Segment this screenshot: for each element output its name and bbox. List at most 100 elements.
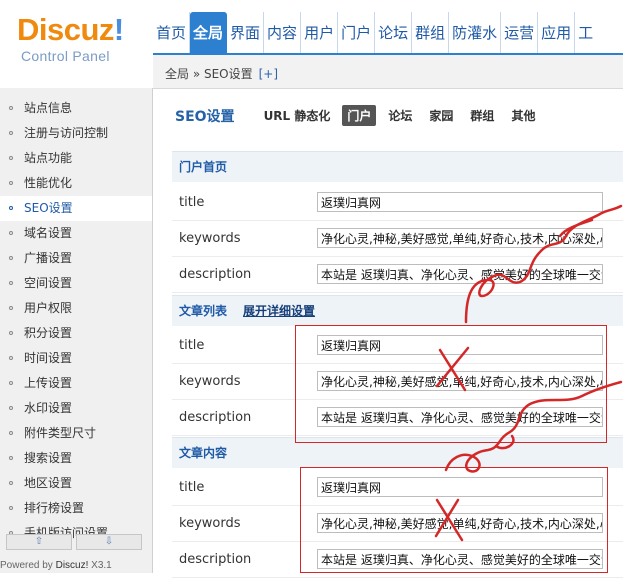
nav-plugin[interactable]: 应用 [538,12,576,55]
sidebar-item-label: 搜索设置 [24,451,73,465]
field-label: keywords [179,374,241,389]
field-label: title [179,195,205,210]
sidebar-item-label: 排行榜设置 [24,501,85,515]
field-label: description [179,410,252,425]
logo-brand: Discuz! [17,12,124,48]
tab-url-rewrite[interactable]: URL 静态化 [259,105,336,126]
sidebar-item[interactable]: 时间设置 [0,346,152,371]
add-shortcut-link[interactable]: [+] [259,67,278,81]
nav-home[interactable]: 首页 [153,12,191,55]
sidebar-item[interactable]: 站点功能 [0,146,152,171]
scroll-down-button[interactable]: ⇩ [76,534,142,550]
field-label: description [179,267,252,282]
sidebar-item-label: 地区设置 [24,476,73,490]
nav-operation[interactable]: 运营 [501,12,539,55]
bullet-icon [9,506,13,510]
tab-group[interactable]: 群组 [465,105,499,126]
sidebar-item[interactable]: 用户权限 [0,296,152,321]
bullet-icon [9,281,13,285]
nav-global[interactable]: 全局 [190,12,228,55]
title-input[interactable]: 返璞归真网 [317,192,603,212]
nav-portal[interactable]: 门户 [338,12,376,55]
sidebar-item-label: 广播设置 [24,251,73,265]
nav-antispam[interactable]: 防灌水 [449,12,502,55]
sidebar-item[interactable]: 搜索设置 [0,446,152,471]
sidebar-item-label: 时间设置 [24,351,73,365]
section-title: 门户首页 [179,160,228,174]
section-article-list: 文章列表 展开详细设置 [172,295,623,326]
powered-text: Powered by [0,560,56,571]
sidebar-item-label: 性能优化 [24,176,73,190]
page-title: SEO设置 [175,108,235,125]
sidebar-item[interactable]: 空间设置 [0,271,152,296]
sidebar-item-label: 上传设置 [24,376,73,390]
bullet-icon [9,131,13,135]
section-title: 文章内容 [179,446,228,460]
sidebar-item[interactable]: 域名设置 [0,221,152,246]
sidebar-item[interactable]: 性能优化 [0,171,152,196]
powered-by: Powered by Discuz! X3.1 [0,560,112,571]
logo-bang: ! [113,12,124,47]
breadcrumb-bar: 全局 » SEO设置 [+] [153,55,623,89]
sidebar-item-label: 站点信息 [24,101,73,115]
bullet-icon [9,406,13,410]
tab-home[interactable]: 家园 [424,105,458,126]
field-label: keywords [179,231,241,246]
bullet-icon [9,206,13,210]
form-row-title: title 返璞归真网 [172,185,623,221]
bullet-icon [9,331,13,335]
top-nav: 首页 全局 界面 内容 用户 门户 论坛 群组 防灌水 运营 应用 工 [153,12,597,55]
bullet-icon [9,106,13,110]
sidebar-menu: 站点信息 注册与访问控制 站点功能 性能优化 SEO设置 域名设置 广播设置 空… [0,88,152,546]
sidebar-item[interactable]: 排行榜设置 [0,496,152,521]
sidebar-item[interactable]: 地区设置 [0,471,152,496]
bullet-icon [9,256,13,260]
sidebar-item[interactable]: 广播设置 [0,246,152,271]
nav-tools[interactable]: 工 [575,12,597,55]
sidebar-item[interactable]: 积分设置 [0,321,152,346]
annotation-box-article-list [295,325,607,443]
breadcrumb-path: 全局 » SEO设置 [165,67,253,81]
sidebar: 站点信息 注册与访问控制 站点功能 性能优化 SEO设置 域名设置 广播设置 空… [0,88,153,573]
sidebar-item[interactable]: 上传设置 [0,371,152,396]
form-row-keywords: keywords 净化心灵,神秘,美好感觉,单纯,好奇心,技术,内心深处,心灵鸡… [172,221,623,257]
sidebar-item[interactable]: 附件类型尺寸 [0,421,152,446]
sidebar-item-label: 域名设置 [24,226,73,240]
tab-other[interactable]: 其他 [506,105,540,126]
logo-brand-text: Discuz [17,12,114,47]
scroll-up-button[interactable]: ⇧ [6,534,72,550]
sidebar-item-seo[interactable]: SEO设置 [0,196,152,221]
sidebar-item-label: 注册与访问控制 [24,126,109,140]
nav-style[interactable]: 界面 [227,12,265,55]
bullet-icon [9,431,13,435]
logo-subtitle: Control Panel [21,48,110,64]
sidebar-item-label: SEO设置 [24,201,73,215]
sidebar-item[interactable]: 水印设置 [0,396,152,421]
description-input[interactable]: 本站是 返璞归真、净化心灵、感觉美好的全球唯一交流平台 [317,264,603,284]
nav-user[interactable]: 用户 [301,12,339,55]
sidebar-item-label: 附件类型尺寸 [24,426,97,440]
sidebar-item-label: 积分设置 [24,326,73,340]
sidebar-item-label: 站点功能 [24,151,73,165]
tab-forum[interactable]: 论坛 [383,105,417,126]
breadcrumb: 全局 » SEO设置 [+] [165,65,278,82]
tab-portal[interactable]: 门户 [342,105,377,126]
form-row-description: description 本站是 返璞归真、净化心灵、感觉美好的全球唯一交流平台 [172,257,623,293]
discuz-logo[interactable]: Discuz! Control Panel [0,0,153,88]
keywords-input[interactable]: 净化心灵,神秘,美好感觉,单纯,好奇心,技术,内心深处,心灵鸡汤 [317,228,603,248]
sidebar-item-label: 水印设置 [24,401,73,415]
sidebar-scroll-controls: ⇧ ⇩ [6,534,142,550]
expand-details-link[interactable]: 展开详细设置 [243,304,315,318]
nav-forum[interactable]: 论坛 [375,12,413,55]
bullet-icon [9,156,13,160]
nav-content[interactable]: 内容 [264,12,302,55]
field-label: description [179,552,252,567]
powered-version: X3.1 [88,560,112,571]
seo-tabs: SEO设置 URL 静态化 门户 论坛 家园 群组 其他 [175,105,547,126]
section-portal-index: 门户首页 [172,151,623,182]
nav-group[interactable]: 群组 [412,12,450,55]
sidebar-item[interactable]: 站点信息 [0,96,152,121]
bullet-icon [9,181,13,185]
powered-brand-link[interactable]: Discuz! [56,560,89,571]
sidebar-item[interactable]: 注册与访问控制 [0,121,152,146]
